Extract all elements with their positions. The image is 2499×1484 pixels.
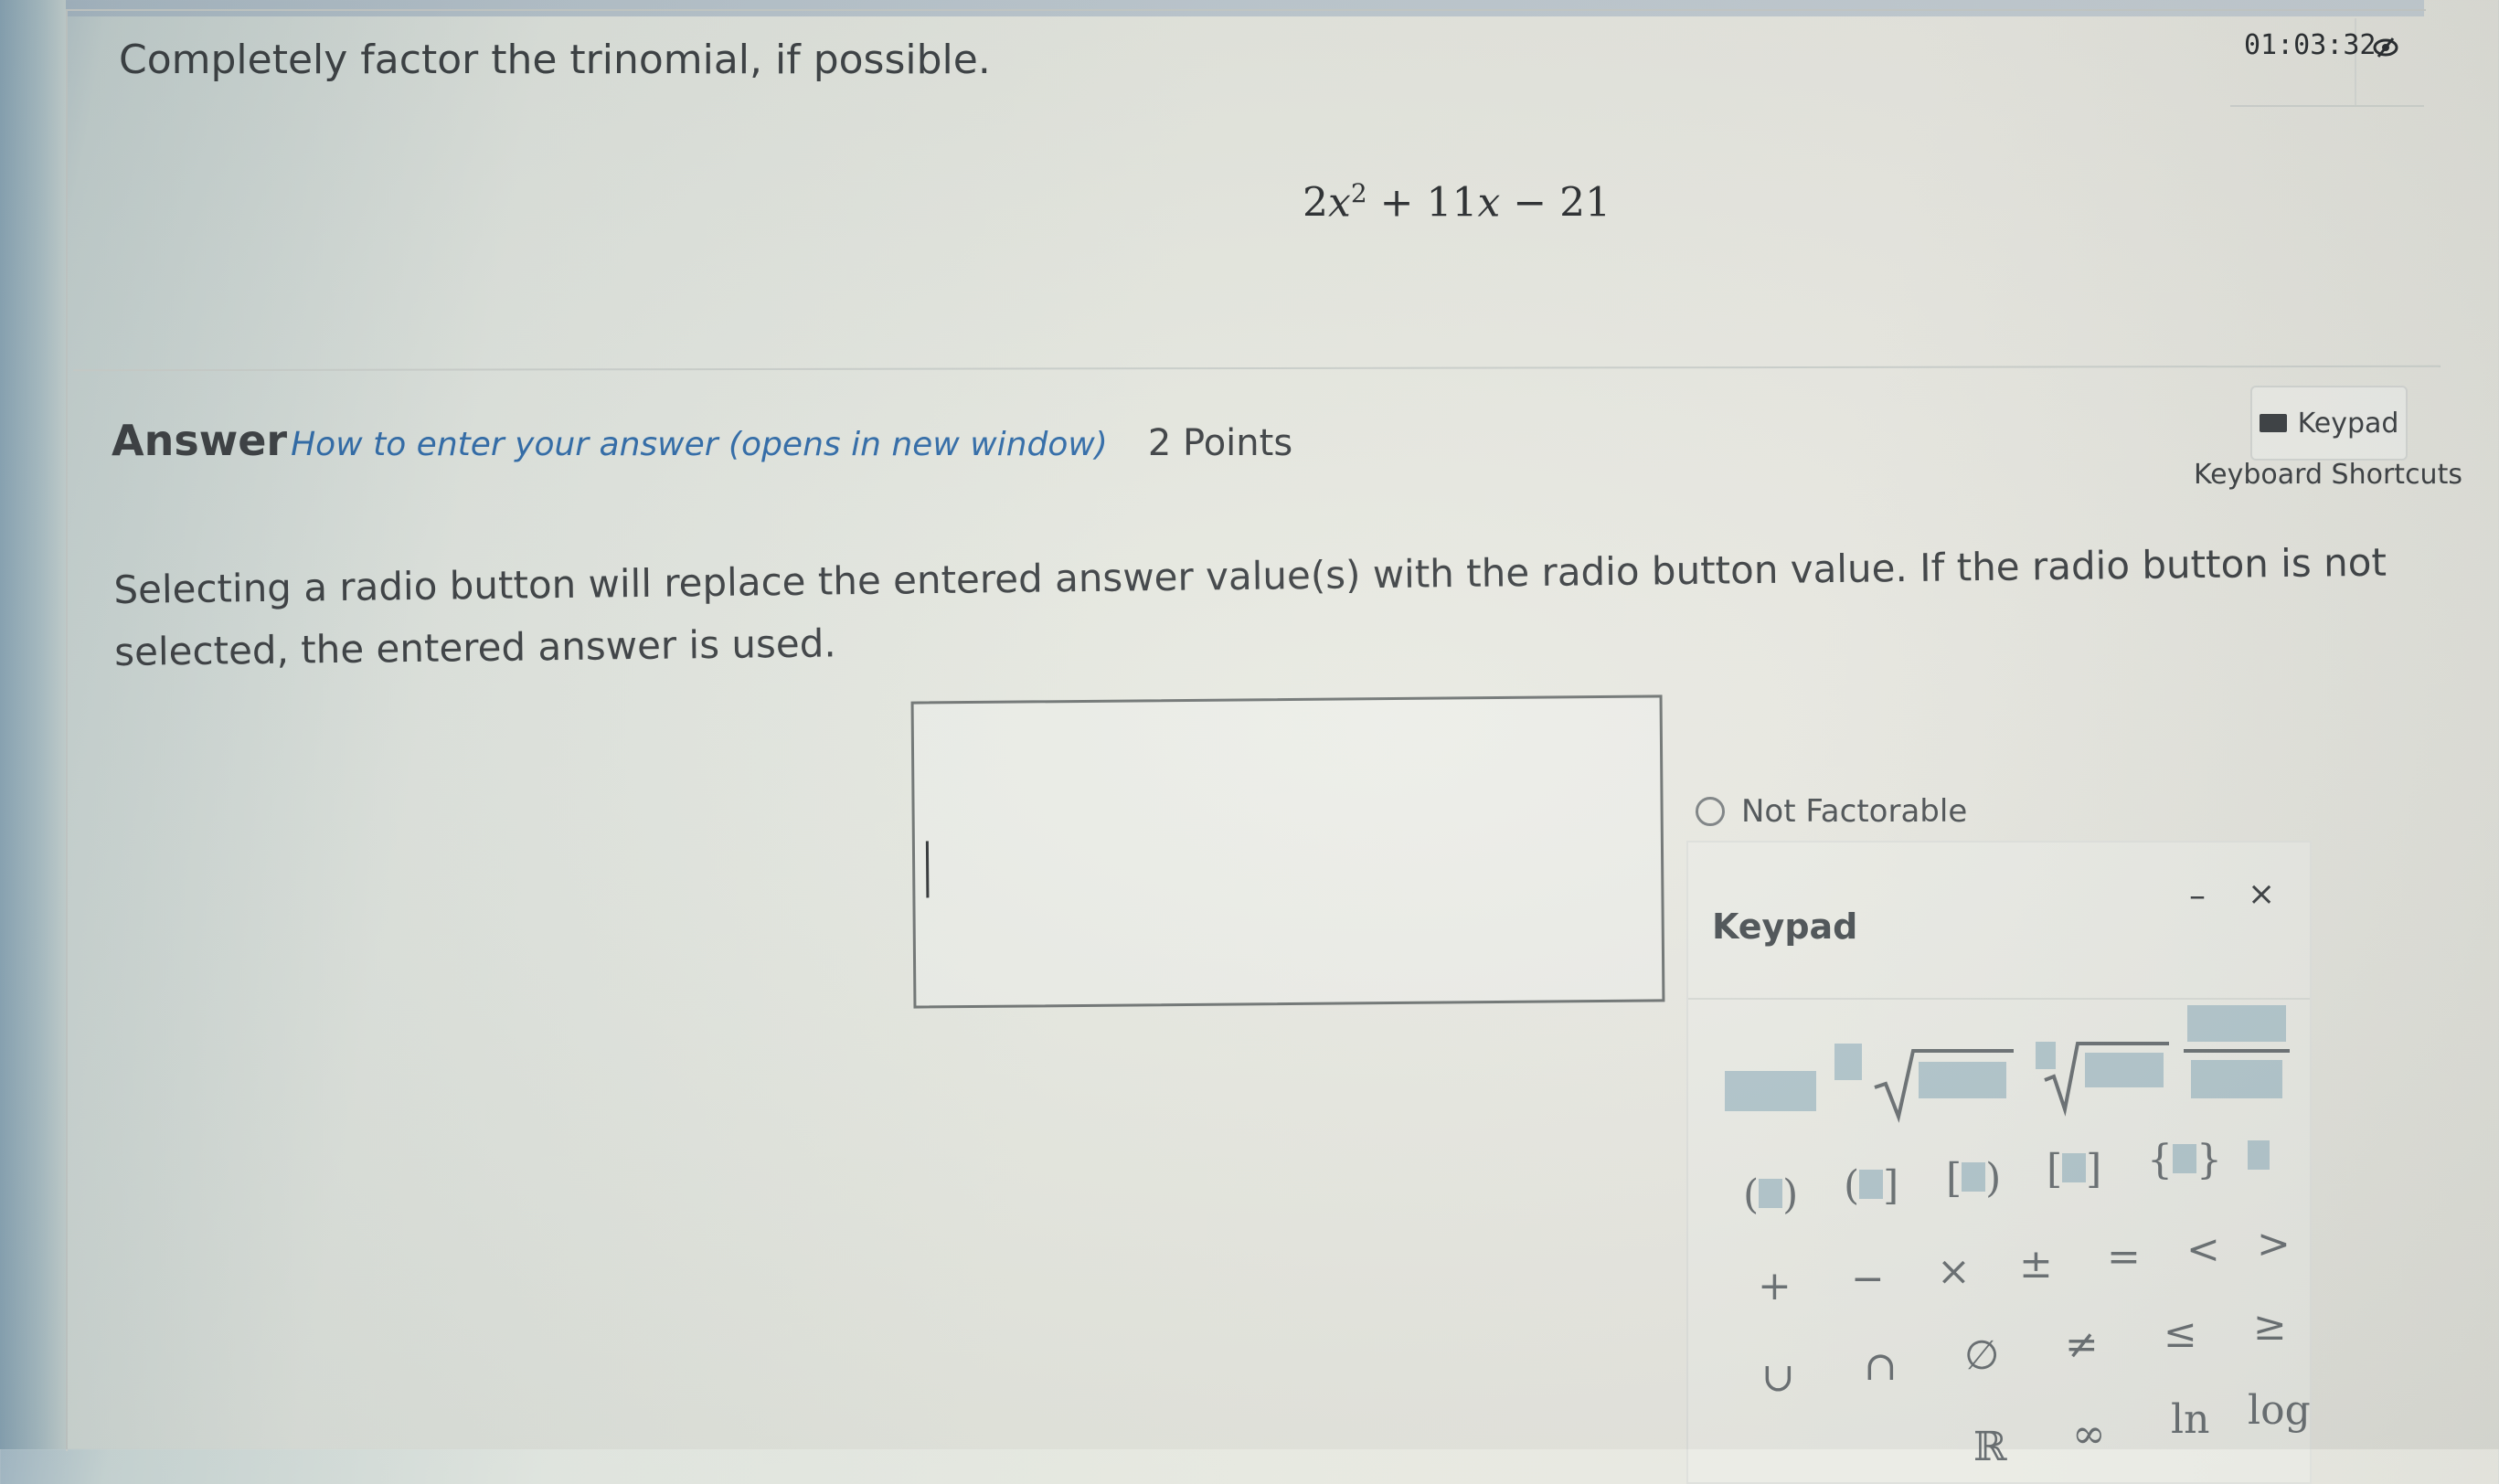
keypad-button-label: Keypad [2297,407,2399,440]
answer-label: Answer [112,416,288,465]
timer-underline [2230,105,2424,107]
answer-input[interactable] [910,694,1665,1009]
close-button[interactable]: × [2248,875,2275,913]
parentheses-key[interactable]: () [1743,1171,1798,1218]
square-root-key[interactable] [1871,1033,2017,1134]
union-key[interactable]: ∪ [1761,1354,1795,1401]
intersection-key[interactable]: ∩ [1864,1343,1898,1390]
expr-exponent: 2 [1350,178,1367,208]
keypad-header: Keypad – × [1688,843,2310,1000]
expr-coefficient: 2 [1303,179,1328,227]
greater-equal-key[interactable]: ≥ [2253,1303,2287,1350]
timer: 01:03:32 [2244,29,2377,61]
ln-key[interactable]: ln [2171,1396,2209,1443]
not-factorable-option[interactable]: Not Factorable [1696,793,1967,830]
keypad-title: Keypad [1712,906,1858,947]
help-link[interactable]: How to enter your answer (opens in new w… [291,426,1108,463]
nth-root-key[interactable] [2036,1025,2173,1127]
times-key[interactable]: × [1937,1248,1971,1295]
keypad-button[interactable]: Keypad [2250,386,2408,461]
radio-button[interactable] [1696,797,1725,826]
window-edge [0,0,66,1449]
minus-key[interactable]: − [1851,1256,1885,1302]
log-key[interactable]: log [2248,1387,2311,1434]
not-equal-key[interactable]: ≠ [2065,1321,2099,1368]
less-than-key[interactable]: < [2186,1226,2220,1273]
question-prompt: Completely factor the trinomial, if poss… [119,37,991,83]
expr-linear-variable: x [1477,179,1501,227]
right-open-interval-key[interactable]: [) [1946,1155,2001,1202]
keyboard-shortcuts-link[interactable]: Keyboard Shortcuts [2194,459,2462,491]
expr-linear-term: + 11 [1379,179,1478,227]
infinity-key[interactable]: ∞ [2072,1411,2106,1458]
plus-minus-key[interactable]: ± [2019,1241,2053,1288]
fraction-key[interactable] [2182,987,2292,1116]
reals-key[interactable]: ℝ [1973,1424,2007,1470]
expr-variable: x [1328,179,1351,227]
plus-key[interactable]: + [1758,1263,1792,1309]
timer-toggle-icon[interactable] [2367,29,2404,66]
minimize-button[interactable]: – [2189,877,2206,915]
greater-than-key[interactable]: > [2257,1221,2291,1267]
expr-constant-term: − 21 [1513,179,1611,227]
braces-key[interactable]: {} [2147,1137,2222,1183]
keyboard-icon [2259,414,2287,432]
less-equal-key[interactable]: ≤ [2164,1310,2197,1357]
trinomial-expression: 2x2 + 11x − 21 [1303,178,1611,227]
answer-header: Answer How to enter your answer (opens i… [112,416,1292,465]
brackets-key[interactable]: [] [2047,1146,2101,1192]
left-open-interval-key[interactable]: (] [1844,1162,1898,1209]
keypad-panel: Keypad – × () (] [) [] {} + − × ± = < > [1686,841,2312,1484]
equals-key[interactable]: = [2107,1234,2141,1280]
empty-set-key[interactable]: ∅ [1964,1332,1999,1379]
superscript-key[interactable] [1725,1044,1862,1121]
absolute-value-key[interactable] [2248,1133,2270,1180]
radio-label: Not Factorable [1741,793,1968,830]
text-cursor [925,841,930,898]
points-label: 2 Points [1147,422,1293,464]
